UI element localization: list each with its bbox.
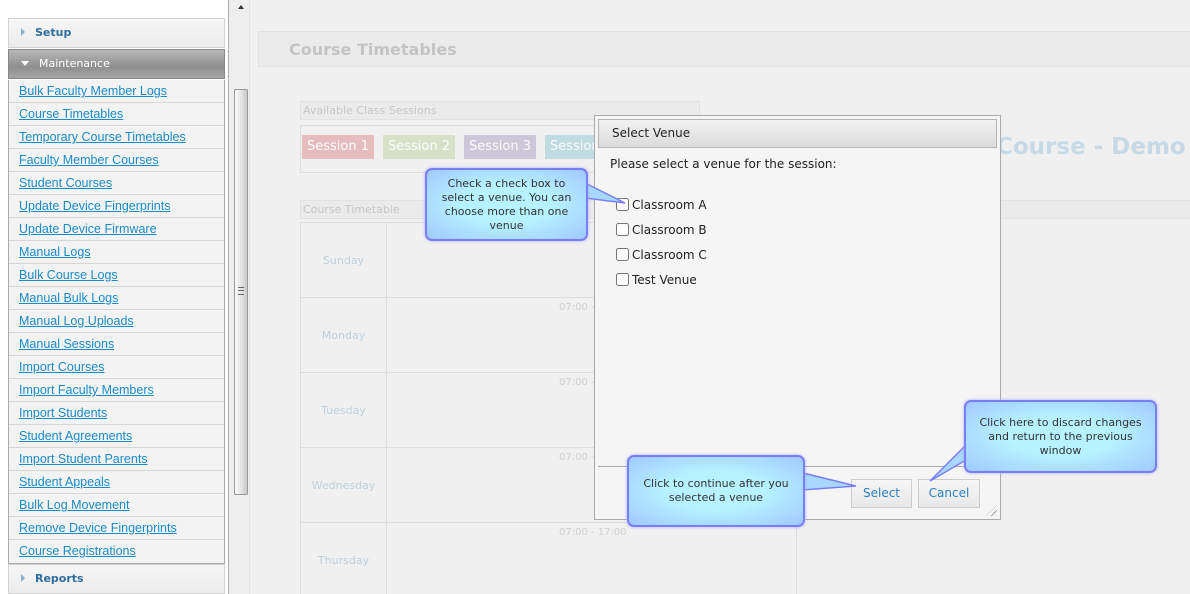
session-chip[interactable]: Session 1	[302, 135, 374, 159]
sidebar-menu-link[interactable]: Faculty Member Courses	[19, 153, 159, 167]
sidebar-menu-link[interactable]: Course Timetables	[19, 107, 123, 121]
venue-option: Test Venue	[616, 272, 697, 288]
sidebar-menu-item: Course Timetables	[9, 103, 224, 126]
venue-checkbox-classroom-b[interactable]	[616, 223, 629, 236]
timetable-day-label: Monday	[301, 298, 387, 373]
pane-splitter[interactable]	[230, 0, 250, 594]
select-button[interactable]: Select	[851, 479, 912, 508]
timetable-time-range[interactable]: 07:00 - 17:00	[559, 527, 627, 538]
timetable-day-label: Tuesday	[301, 373, 387, 448]
sidebar-menu-link[interactable]: Bulk Course Logs	[19, 268, 118, 282]
accordion-header-setup[interactable]: Setup	[8, 18, 225, 48]
timetable-day-label: Wednesday	[301, 448, 387, 523]
sidebar-menu-item: Import Student Parents	[9, 448, 224, 471]
sidebar-menu-item: Bulk Log Movement	[9, 494, 224, 517]
venue-checkbox-classroom-a[interactable]	[616, 198, 629, 211]
sidebar-menu-item: Update Device Fingerprints	[9, 195, 224, 218]
sidebar-menu-item: Course Registrations	[9, 540, 224, 563]
course-timetable-header-extension	[1000, 200, 1190, 219]
course-name-heading: Course - Demo Course	[996, 134, 1190, 160]
sidebar-menu-link[interactable]: Update Device Firmware	[19, 222, 157, 236]
sidebar-menu-item: Update Device Firmware	[9, 218, 224, 241]
accordion-header-label: Maintenance	[39, 57, 110, 70]
sidebar-menu-link[interactable]: Manual Logs	[19, 245, 91, 259]
sidebar-menu-item: Manual Logs	[9, 241, 224, 264]
sidebar-menu-item: Bulk Course Logs	[9, 264, 224, 287]
sidebar-menu-link[interactable]: Import Student Parents	[19, 452, 148, 466]
accordion-header-label: Reports	[35, 572, 84, 585]
sidebar-menu-link[interactable]: Bulk Log Movement	[19, 498, 129, 512]
timetable-day-label: Sunday	[301, 223, 387, 298]
select-hint-callout: Click to continue after you selected a v…	[627, 455, 805, 527]
callout-text: Check a check box to select a venue. You…	[441, 176, 572, 232]
sidebar-menu-link[interactable]: Manual Log Uploads	[19, 314, 134, 328]
sidebar-menu-item: Manual Sessions	[9, 333, 224, 356]
callout-text: Click here to discard changes and return…	[979, 415, 1142, 457]
sidebar-menu-link[interactable]: Remove Device Fingerprints	[19, 521, 177, 535]
venue-checkbox-test-venue[interactable]	[616, 273, 629, 286]
sidebar-menu-link[interactable]: Student Agreements	[19, 429, 132, 443]
sidebar-menu-item: Manual Bulk Logs	[9, 287, 224, 310]
sidebar-menu-link[interactable]: Course Registrations	[19, 544, 136, 558]
triangle-right-icon	[21, 28, 25, 36]
page-title-bar: Course Timetables	[258, 31, 1190, 67]
venue-option: Classroom B	[616, 222, 707, 238]
grip-icon	[238, 287, 244, 295]
sidebar-menu-link[interactable]: Update Device Fingerprints	[19, 199, 170, 213]
sidebar-menu-item: Import Faculty Members	[9, 379, 224, 402]
sidebar-menu-link[interactable]: Bulk Faculty Member Logs	[19, 84, 167, 98]
triangle-right-icon	[21, 574, 25, 582]
maintenance-menu-list: Bulk Faculty Member Logs Course Timetable…	[8, 80, 225, 564]
sidebar-menu-item: Student Courses	[9, 172, 224, 195]
sidebar-menu-item: Faculty Member Courses	[9, 149, 224, 172]
timetable-day-label: Thursday	[301, 523, 387, 594]
venue-option: Classroom A	[616, 197, 707, 213]
sidebar-menu-item: Bulk Faculty Member Logs	[9, 80, 224, 103]
callout-text: Click to continue after you selected a v…	[643, 477, 789, 504]
session-chip[interactable]: Session 3	[464, 135, 536, 159]
sidebar-menu-item: Temporary Course Timetables	[9, 126, 224, 149]
sidebar-menu-item: Import Students	[9, 402, 224, 425]
session-chip[interactable]: Session 2	[383, 135, 455, 159]
sidebar-menu-item: Import Courses	[9, 356, 224, 379]
cancel-hint-callout: Click here to discard changes and return…	[964, 400, 1157, 473]
scroll-up-arrow-icon[interactable]	[238, 5, 244, 9]
triangle-down-icon	[21, 60, 29, 66]
accordion-header-label: Setup	[35, 26, 72, 39]
sidebar-menu-link[interactable]: Student Appeals	[19, 475, 110, 489]
app-root: Setup Maintenance Bulk Faculty Member Lo…	[0, 0, 1190, 594]
sidebar-menu-link[interactable]: Student Courses	[19, 176, 112, 190]
accordion-header-reports[interactable]: Reports	[8, 564, 225, 594]
left-navigation-panel: Setup Maintenance Bulk Faculty Member Lo…	[0, 0, 229, 594]
sidebar-menu-item: Student Appeals	[9, 471, 224, 494]
dialog-titlebar[interactable]: Select Venue	[598, 119, 997, 148]
sidebar-menu-item: Remove Device Fingerprints	[9, 517, 224, 540]
sidebar-menu-link[interactable]: Manual Sessions	[19, 337, 114, 351]
sidebar-menu-link[interactable]: Import Courses	[19, 360, 104, 374]
dialog-prompt: Please select a venue for the session:	[610, 157, 837, 171]
venue-label[interactable]: Classroom C	[632, 248, 707, 262]
venue-checkbox-classroom-c[interactable]	[616, 248, 629, 261]
cancel-button[interactable]: Cancel	[918, 479, 980, 508]
dialog-title: Select Venue	[612, 126, 691, 140]
sidebar-menu-item: Student Agreements	[9, 425, 224, 448]
checkbox-hint-callout: Check a check box to select a venue. You…	[425, 168, 588, 241]
timetable-row: Thursday 07:00 - 17:00	[301, 523, 798, 594]
sidebar-menu-link[interactable]: Import Students	[19, 406, 107, 420]
accordion-header-maintenance[interactable]: Maintenance	[8, 49, 225, 79]
page-title: Course Timetables	[289, 40, 457, 59]
sidebar-menu-link[interactable]: Temporary Course Timetables	[19, 130, 186, 144]
venue-label[interactable]: Classroom B	[632, 223, 707, 237]
sidebar-menu-link[interactable]: Manual Bulk Logs	[19, 291, 118, 305]
venue-label[interactable]: Classroom A	[632, 198, 707, 212]
venue-label[interactable]: Test Venue	[632, 273, 697, 287]
venue-option: Classroom C	[616, 247, 707, 263]
sidebar-menu-link[interactable]: Import Faculty Members	[19, 383, 154, 397]
sidebar-menu-item: Manual Log Uploads	[9, 310, 224, 333]
scrollbar-thumb[interactable]	[234, 89, 248, 495]
